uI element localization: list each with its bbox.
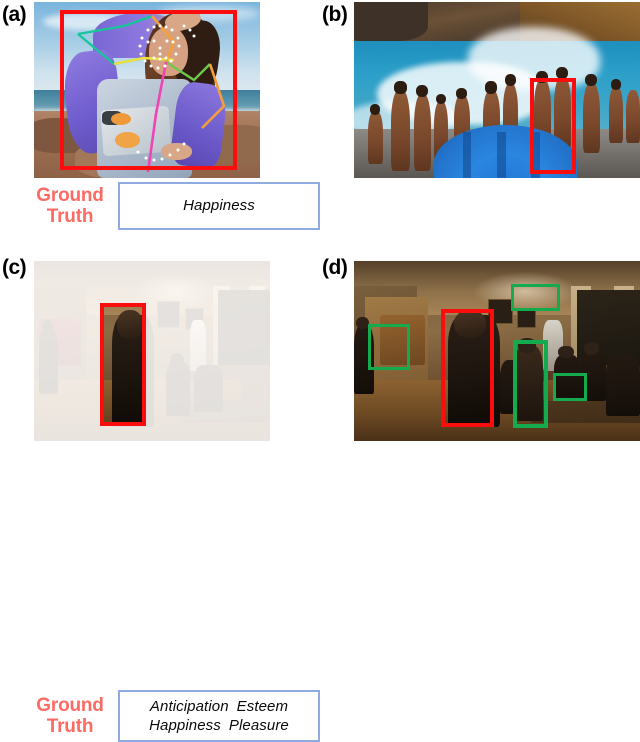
highlighted-person-region-c: [100, 303, 147, 426]
emotion-line: Happiness: [183, 197, 255, 215]
emotion-line: Anticipation Esteem: [146, 697, 292, 716]
ground-truth-box-c: Anticipation Esteem Happiness Pleasure: [118, 690, 320, 742]
caption-row-a: Ground Truth Happiness: [22, 182, 320, 230]
ground-truth-line1: Ground: [36, 184, 104, 206]
living-room-scene-faded: [34, 261, 270, 441]
ground-truth-line2: Truth: [46, 716, 94, 738]
ground-truth-line1: Ground: [36, 694, 104, 716]
emotion-word: Esteem: [236, 698, 289, 715]
emotion-word: Pleasure: [228, 717, 289, 735]
figure-grid: (a) Ground Truth Happiness (b) (c) Groun…: [0, 0, 640, 742]
ground-truth-line2: Truth: [46, 206, 94, 227]
emotion-word: Happiness: [149, 717, 221, 735]
living-room-scene-full: [354, 261, 640, 441]
pose-skeleton-overlay: [77, 14, 226, 173]
panel-c: (c) Ground Truth Anticipation Esteem Hap…: [0, 253, 320, 742]
panel-a: (a) Ground Truth Happiness: [0, 0, 320, 253]
caption-row-c: Ground Truth Anticipation Esteem Happines…: [22, 690, 320, 742]
panel-tag-b: (b): [322, 3, 348, 26]
panel-tag-c: (c): [2, 256, 27, 279]
panel-b-image: [354, 2, 640, 178]
panel-d-image: [354, 261, 640, 441]
ground-truth-box-a: Happiness: [118, 182, 320, 230]
panel-b: (b): [320, 0, 640, 253]
panel-tag-a: (a): [2, 3, 27, 26]
panel-a-image: [34, 2, 260, 178]
panel-d: (d): [320, 253, 640, 506]
ground-truth-label-a: Ground Truth: [22, 185, 118, 228]
panel-c-image: [34, 261, 270, 441]
panel-tag-d: (d): [322, 256, 348, 279]
emotion-line: Happiness Pleasure: [145, 716, 293, 735]
ground-truth-label-c: Ground Truth: [22, 695, 118, 738]
emotion-word: Anticipation: [149, 698, 229, 715]
ocean-crowd-scene: [354, 2, 640, 178]
